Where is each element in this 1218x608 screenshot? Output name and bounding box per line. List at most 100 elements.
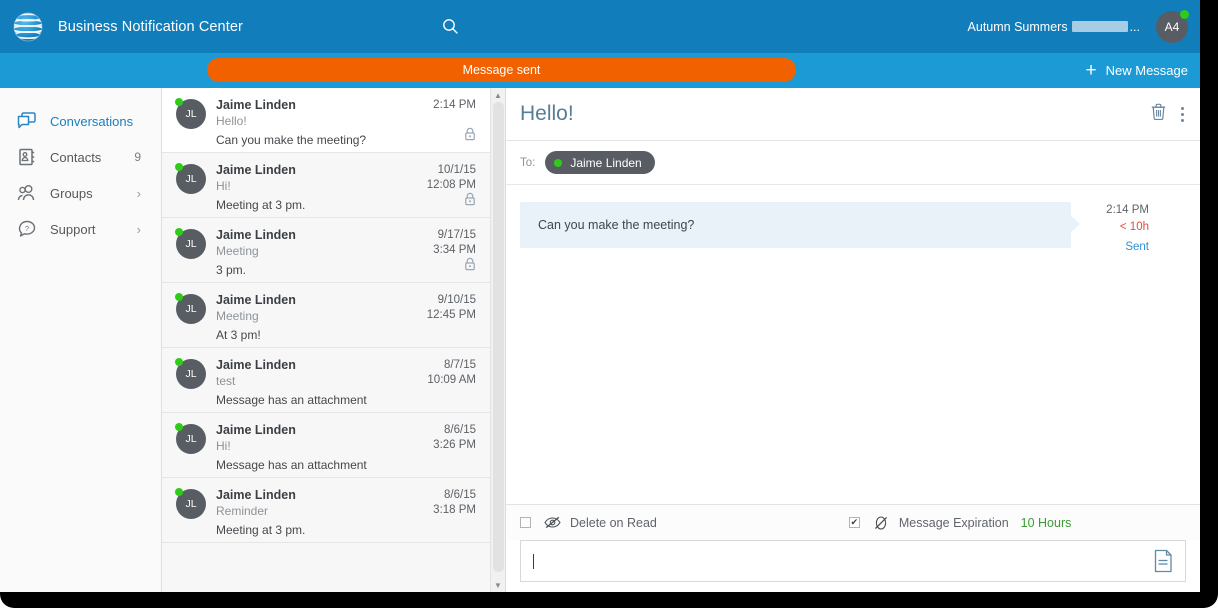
conversation-time: 3:18 PM — [433, 504, 476, 516]
main-body: Conversations Contacts 9 Groups › ? Supp… — [0, 88, 1200, 592]
conversation-list-scroll: JL Jaime Linden Hello! Can you make the … — [162, 88, 490, 592]
avatar: JL — [175, 358, 206, 389]
avatar[interactable]: A4 — [1156, 9, 1189, 43]
conversation-list-item[interactable]: JL Jaime Linden Hello! Can you make the … — [162, 88, 490, 153]
conversation-list-item[interactable]: JL Jaime Linden Hi! Message has an attac… — [162, 413, 490, 478]
top-header-bar: Business Notification Center Autumn Summ… — [0, 0, 1200, 53]
delete-on-read-checkbox[interactable] — [520, 517, 531, 528]
status-banner: Message sent — [207, 58, 796, 82]
sidebar-item-label: Support — [50, 221, 96, 237]
sidebar-item-contacts[interactable]: Contacts 9 — [0, 140, 161, 174]
message-bubble[interactable]: Can you make the meeting? — [520, 202, 1080, 248]
contacts-badge-count: 9 — [134, 150, 141, 164]
kebab-menu-icon[interactable] — [1179, 105, 1186, 124]
text-caret — [533, 553, 534, 569]
conversation-date: 8/6/15 — [444, 489, 476, 501]
sidebar: Conversations Contacts 9 Groups › ? Supp… — [0, 88, 162, 592]
to-label: To: — [520, 156, 536, 169]
conversation-timestamp: 10/1/15 12:08 PM — [427, 163, 476, 193]
lock-icon — [464, 192, 476, 211]
message-expiration-checkbox[interactable] — [848, 517, 860, 528]
avatar-initials: JL — [185, 108, 197, 120]
avatar: JL — [175, 293, 206, 324]
status-dot-online — [175, 488, 183, 496]
trash-icon[interactable] — [1151, 103, 1166, 125]
scroll-down-icon[interactable]: ▼ — [491, 578, 505, 592]
sidebar-item-groups[interactable]: Groups › — [0, 176, 161, 210]
document-attachment-icon[interactable] — [1153, 549, 1173, 573]
conversation-preview: 3 pm. — [216, 263, 247, 277]
message-text: Can you make the meeting? — [538, 218, 695, 232]
message-detail-header: Hello! — [506, 88, 1200, 141]
avatar: JL — [175, 423, 206, 454]
conversation-list-item[interactable]: JL Jaime Linden Hi! Meeting at 3 pm. 10/… — [162, 153, 490, 218]
conversation-list-item[interactable]: JL Jaime Linden Meeting At 3 pm! 9/10/15… — [162, 283, 490, 348]
sidebar-item-label: Contacts — [50, 149, 102, 165]
recipient-chip[interactable]: Jaime Linden — [545, 151, 655, 174]
message-expiration-value[interactable]: 10 Hours — [1021, 516, 1072, 530]
message-expiry: < 10h — [1119, 221, 1149, 233]
support-icon: ? — [16, 218, 38, 240]
conversation-list: JL Jaime Linden Hello! Can you make the … — [162, 88, 506, 592]
status-dot-online — [1180, 9, 1189, 19]
contacts-icon — [16, 146, 38, 168]
chevron-right-icon: › — [136, 221, 141, 237]
conversation-timestamp: 9/17/15 3:34 PM — [433, 228, 476, 258]
delete-on-read-option[interactable]: Delete on Read — [520, 514, 657, 532]
status-banner-text: Message sent — [462, 63, 541, 77]
sidebar-item-support[interactable]: ? Support › — [0, 212, 161, 246]
status-dot-online — [175, 293, 183, 301]
sidebar-item-conversations[interactable]: Conversations — [0, 104, 161, 138]
avatar-initials: JL — [185, 368, 197, 380]
conversation-list-item[interactable]: JL Jaime Linden test Message has an atta… — [162, 348, 490, 413]
conversation-timestamp: 8/6/15 3:26 PM — [433, 423, 476, 453]
user-name-ellipsis: ... — [1129, 19, 1140, 34]
recipient-row: To: Jaime Linden — [506, 141, 1200, 185]
redacted-block — [1071, 20, 1128, 32]
scroll-up-icon[interactable]: ▲ — [491, 88, 505, 102]
status-dot-online — [175, 228, 183, 236]
plus-icon: + — [1085, 60, 1097, 81]
status-dot-online — [554, 158, 563, 167]
conversation-preview: Meeting at 3 pm. — [216, 523, 306, 537]
avatar-initials: JL — [185, 498, 197, 510]
conversation-preview: Meeting at 3 pm. — [216, 198, 306, 212]
message-expiration-label: Message Expiration — [898, 515, 1009, 530]
conversation-date: 8/6/15 — [444, 424, 476, 436]
new-message-button[interactable]: + New Message — [1086, 53, 1188, 88]
avatar: JL — [175, 98, 206, 129]
clock-slash-icon — [872, 514, 890, 532]
status-dot-online — [175, 423, 183, 431]
message-options-bar: Delete on Read Message Expiration 10 Hou… — [506, 504, 1200, 540]
message-status: Sent — [1125, 241, 1149, 253]
avatar-initials: JL — [185, 238, 197, 250]
conversation-timestamp: 8/6/15 3:18 PM — [433, 488, 476, 518]
conversation-preview: At 3 pm! — [216, 328, 261, 342]
user-account-area[interactable]: Autumn Summers... A4 — [968, 0, 1189, 53]
app-title: Business Notification Center — [58, 18, 243, 35]
chevron-right-icon: › — [136, 185, 141, 201]
svg-text:?: ? — [25, 224, 29, 233]
message-row: Can you make the meeting? 2:14 PM < 10h … — [506, 202, 1200, 256]
conversation-list-item[interactable]: JL Jaime Linden Reminder Meeting at 3 pm… — [162, 478, 490, 543]
conversations-icon — [16, 110, 38, 132]
conversation-preview: Message has an attachment — [216, 458, 367, 472]
conversation-list-scrollbar[interactable]: ▲ ▼ — [490, 88, 505, 592]
avatar: JL — [175, 163, 206, 194]
avatar: JL — [175, 488, 206, 519]
search-icon[interactable] — [436, 12, 464, 40]
sidebar-item-label: Conversations — [50, 113, 134, 129]
conversation-list-item[interactable]: JL Jaime Linden Meeting 3 pm. 9/17/15 3:… — [162, 218, 490, 283]
message-meta: 2:14 PM < 10h Sent — [1093, 202, 1149, 256]
message-time: 2:14 PM — [1106, 204, 1149, 216]
lock-icon — [464, 127, 476, 146]
user-name-row: Autumn Summers... — [968, 20, 1140, 34]
scrollbar-thumb[interactable] — [493, 102, 504, 572]
conversation-date: 10/1/15 — [437, 164, 476, 176]
message-composer[interactable] — [520, 540, 1186, 582]
device-frame: Business Notification Center Autumn Summ… — [0, 0, 1218, 608]
message-expiration-option[interactable]: Message Expiration 10 Hours — [848, 514, 1072, 532]
status-dot-online — [175, 358, 183, 366]
conversation-date: 8/7/15 — [444, 359, 476, 371]
message-thread: Can you make the meeting? 2:14 PM < 10h … — [506, 185, 1200, 504]
